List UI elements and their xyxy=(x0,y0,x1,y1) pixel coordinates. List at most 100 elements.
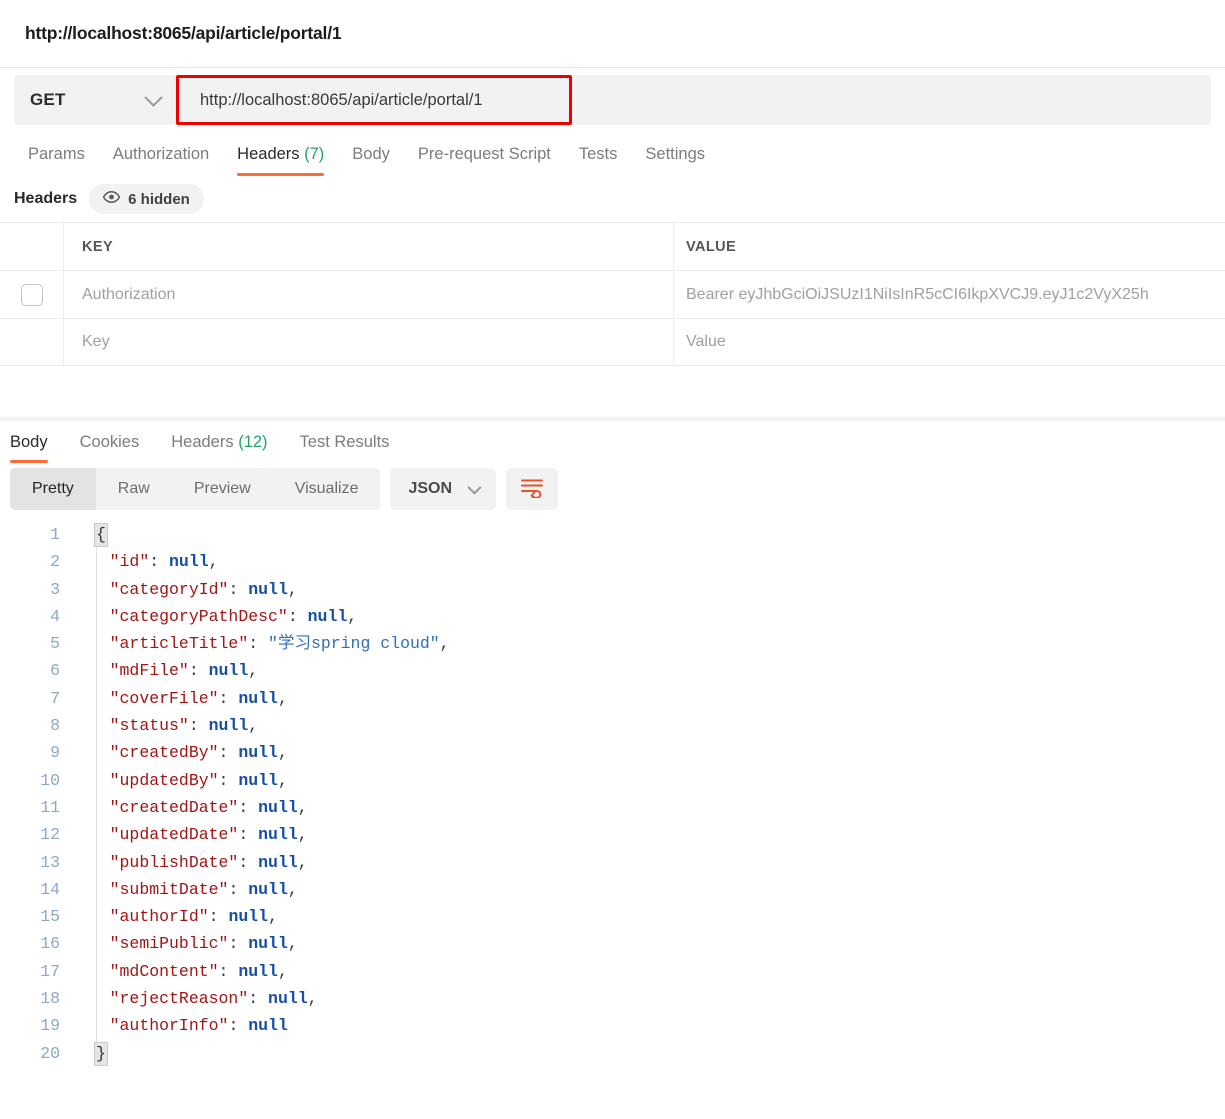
page-title: http://localhost:8065/api/article/portal… xyxy=(25,23,342,43)
json-comma: , xyxy=(208,552,219,572)
json-key: "authorInfo" xyxy=(109,1016,229,1036)
code-line: "articleTitle": "学习spring cloud", xyxy=(70,630,1225,657)
json-key: "mdContent" xyxy=(109,961,219,981)
json-key: "submitDate" xyxy=(109,879,229,899)
line-number: 5 xyxy=(50,634,60,654)
json-value: null xyxy=(238,770,278,790)
view-mode-raw[interactable]: Raw xyxy=(96,468,172,510)
json-key: "authorId" xyxy=(109,907,209,927)
line-number: 20 xyxy=(40,1043,60,1063)
tab-pre-request-script[interactable]: Pre-request Script xyxy=(404,145,565,176)
row-checkbox-cell xyxy=(0,271,64,318)
response-body-viewer[interactable]: 1 2 3 4 5 6 7 8 9 10 11 12 13 14 15 16 17 18 19 20 { "id": … xyxy=(0,515,1225,1067)
tab-authorization[interactable]: Authorization xyxy=(99,145,223,176)
code-line: } xyxy=(70,1040,1225,1067)
response-body-code[interactable]: { "id": null, "categoryId": null, "categ… xyxy=(70,521,1225,1067)
json-colon: : xyxy=(218,961,239,981)
response-tab-body[interactable]: Body xyxy=(0,433,64,463)
view-mode-preview[interactable]: Preview xyxy=(172,468,273,510)
row-key-cell[interactable]: Authorization xyxy=(64,271,674,318)
response-viewer-toolbar: Pretty Raw Preview Visualize JSON xyxy=(0,463,1225,515)
row-value-cell[interactable]: Bearer eyJhbGciOiJSUzI1NiIsInR5cCI6IkpXV… xyxy=(674,271,1225,318)
json-colon: : xyxy=(228,879,249,899)
json-comma: , xyxy=(277,770,288,790)
json-value: null xyxy=(258,797,298,817)
json-comma: , xyxy=(248,716,259,736)
response-tab-headers[interactable]: Headers (12) xyxy=(155,433,283,463)
row-checkbox[interactable] xyxy=(20,283,43,306)
json-value: null xyxy=(228,907,269,927)
tab-params[interactable]: Params xyxy=(14,145,99,176)
view-mode-pretty[interactable]: Pretty xyxy=(10,468,96,510)
json-value: null xyxy=(238,961,278,981)
tab-label: Params xyxy=(28,145,85,163)
hidden-headers-toggle[interactable]: 6 hidden xyxy=(89,184,204,214)
wrap-text-button[interactable] xyxy=(506,468,559,510)
json-comma: , xyxy=(297,797,308,817)
code-line: "publishDate": null, xyxy=(70,849,1225,876)
json-comma: , xyxy=(277,743,288,763)
code-line: "categoryId": null, xyxy=(70,576,1225,603)
line-number: 11 xyxy=(40,797,60,817)
brace-token: } xyxy=(94,1041,108,1066)
json-colon: : xyxy=(238,825,259,845)
json-colon: : xyxy=(287,606,308,626)
http-method-dropdown[interactable]: GET xyxy=(14,75,176,125)
json-value: "学习spring cloud" xyxy=(268,634,440,654)
chevron-down-icon xyxy=(467,480,482,495)
tab-label: Body xyxy=(352,145,390,163)
json-value: null xyxy=(248,934,288,954)
response-tab-label: Body xyxy=(10,433,48,451)
line-number: 3 xyxy=(50,579,60,599)
url-input-container: http://localhost:8065/api/article/portal… xyxy=(176,75,1211,125)
row-value-cell[interactable]: Value xyxy=(674,319,1225,365)
json-key: "publishDate" xyxy=(109,852,239,872)
tab-headers[interactable]: Headers (7) xyxy=(223,145,338,176)
json-comma: , xyxy=(248,661,259,681)
json-comma: , xyxy=(287,879,298,899)
json-value: null xyxy=(208,716,249,736)
tab-settings[interactable]: Settings xyxy=(631,145,719,176)
response-format-dropdown[interactable]: JSON xyxy=(390,468,497,510)
line-number: 13 xyxy=(40,852,60,872)
json-colon: : xyxy=(228,934,249,954)
row-value-text: Bearer eyJhbGciOiJSUzI1NiIsInR5cCI6IkpXV… xyxy=(686,285,1149,303)
response-tab-label: Test Results xyxy=(299,433,390,451)
column-header-value: VALUE xyxy=(674,223,1225,270)
url-bar: GET http://localhost:8065/api/article/po… xyxy=(0,68,1225,132)
json-value: null xyxy=(169,552,209,572)
json-value: null xyxy=(268,989,308,1009)
line-number: 16 xyxy=(40,934,60,954)
response-tab-cookies[interactable]: Cookies xyxy=(64,433,156,463)
tab-label: Pre-request Script xyxy=(417,145,551,163)
json-value: null xyxy=(307,606,348,626)
url-input[interactable]: http://localhost:8065/api/article/portal… xyxy=(176,75,572,125)
json-key: "rejectReason" xyxy=(109,989,249,1009)
json-key: "id" xyxy=(109,552,150,572)
code-line: "coverFile": null, xyxy=(70,685,1225,712)
hidden-headers-count: 6 hidden xyxy=(128,190,190,208)
json-key: "coverFile" xyxy=(109,688,219,708)
row-key-cell[interactable]: Key xyxy=(64,319,674,365)
tab-tests[interactable]: Tests xyxy=(565,145,632,176)
response-tab-test-results[interactable]: Test Results xyxy=(284,433,406,463)
view-mode-visualize[interactable]: Visualize xyxy=(273,468,381,510)
json-colon: : xyxy=(248,634,269,654)
json-key: "updatedBy" xyxy=(109,770,219,790)
json-value: null xyxy=(248,879,288,899)
json-key: "categoryId" xyxy=(109,579,229,599)
tab-label: Authorization xyxy=(112,145,210,163)
tab-body[interactable]: Body xyxy=(338,145,404,176)
table-row: Authorization Bearer eyJhbGciOiJSUzI1NiI… xyxy=(0,270,1225,318)
response-tab-label: Headers xyxy=(171,433,234,451)
row-checkbox-cell xyxy=(0,319,64,365)
